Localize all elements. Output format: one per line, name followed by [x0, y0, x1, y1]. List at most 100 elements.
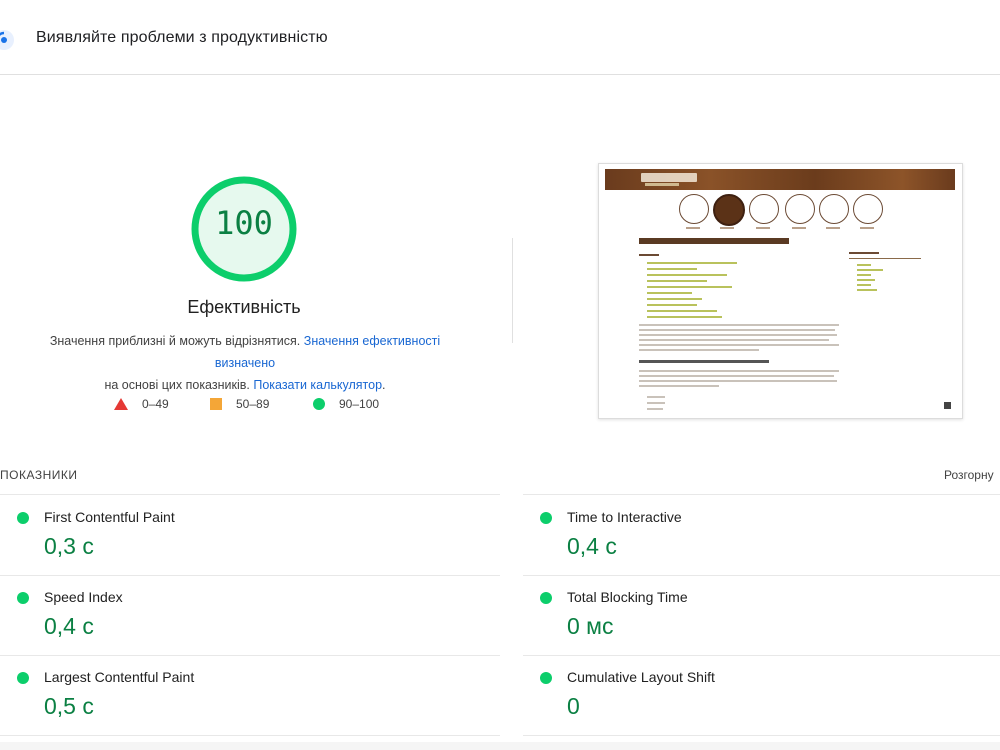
metrics-divider — [523, 735, 1000, 736]
screenshot-text-line — [639, 344, 839, 346]
screenshot-caption — [860, 227, 874, 229]
screenshot-toc-line — [647, 298, 702, 300]
legend-average-label: 50–89 — [236, 397, 270, 411]
metric-largest-contentful-paint: Largest Contentful Paint 0,5 с — [17, 663, 477, 735]
metric-name: Largest Contentful Paint — [44, 669, 195, 685]
screenshot-caption — [826, 227, 840, 229]
metric-time-to-interactive: Time to Interactive 0,4 с — [540, 503, 1000, 575]
screenshot-text-line — [647, 396, 665, 398]
screenshot-sidebar-title — [849, 252, 879, 254]
calculator-link[interactable]: Показати калькулятор — [253, 378, 382, 392]
metrics-divider — [523, 494, 1000, 495]
screenshot-sidebar-item — [857, 269, 883, 271]
legend-fail-label: 0–49 — [142, 397, 169, 411]
screenshot-subheading — [639, 360, 769, 363]
screenshot-text-line — [647, 402, 665, 404]
metric-value: 0 мс — [567, 613, 614, 639]
vertical-divider — [512, 238, 513, 343]
screenshot-toc-line — [647, 280, 707, 282]
metric-cumulative-layout-shift: Cumulative Layout Shift 0 — [540, 663, 1000, 735]
metric-name: Total Blocking Time — [567, 589, 688, 605]
metrics-divider — [0, 655, 500, 656]
metrics-heading: ПОКАЗНИКИ — [0, 468, 78, 482]
screenshot-text-line — [639, 334, 837, 336]
description-end: . — [382, 378, 386, 392]
screenshot-category-icon — [749, 194, 779, 224]
metric-name: First Contentful Paint — [44, 509, 175, 525]
metrics-divider — [0, 494, 500, 495]
screenshot-text-line — [639, 375, 834, 377]
screenshot-toc-line — [647, 304, 697, 306]
circle-icon — [313, 398, 325, 410]
final-screenshot[interactable] — [598, 163, 963, 419]
section-title: Виявляйте проблеми з продуктивністю — [36, 29, 328, 46]
metric-value: 0,4 с — [567, 533, 617, 559]
screenshot-sidebar-item — [857, 274, 871, 276]
screenshot-toc-line — [647, 262, 737, 264]
screenshot-sidebar-item — [857, 284, 871, 286]
triangle-icon — [114, 398, 128, 410]
screenshot-sidebar-rule — [849, 258, 921, 259]
metrics-divider — [523, 575, 1000, 576]
screenshot-toc-line — [647, 292, 692, 294]
screenshot-sidebar-item — [857, 289, 877, 291]
screenshot-category-icon — [819, 194, 849, 224]
screenshot-article-title — [639, 238, 789, 244]
screenshot-text-line — [647, 408, 663, 410]
metric-value: 0,5 с — [44, 693, 94, 719]
screenshot-site-tagline — [645, 183, 679, 186]
metrics-divider — [523, 655, 1000, 656]
screenshot-toc-line — [647, 286, 732, 288]
screenshot-category-icon — [785, 194, 815, 224]
screenshot-text-line — [639, 254, 659, 256]
pass-circle-icon — [17, 512, 29, 524]
pass-circle-icon — [17, 672, 29, 684]
screenshot-toc-line — [647, 268, 697, 270]
screenshot-toc-line — [647, 274, 727, 276]
screenshot-sidebar-item — [857, 264, 871, 266]
metrics-divider — [0, 735, 500, 736]
screenshot-text-line — [639, 324, 839, 326]
description-mid: на основі цих показників. — [104, 378, 254, 392]
section-header: Виявляйте проблеми з продуктивністю — [0, 0, 1000, 75]
score-description: Значення приблизні й можуть відрізнятися… — [20, 330, 470, 396]
screenshot-caption — [756, 227, 770, 229]
pass-circle-icon — [540, 592, 552, 604]
screenshot-category-icon — [853, 194, 883, 224]
pass-circle-icon — [540, 512, 552, 524]
screenshot-site-logo — [641, 173, 697, 182]
screenshot-text-line — [639, 329, 835, 331]
metric-total-blocking-time: Total Blocking Time 0 мс — [540, 583, 1000, 655]
legend-average: 50–89 — [210, 395, 269, 413]
screenshot-caption — [792, 227, 806, 229]
performance-score: 100 — [215, 204, 273, 242]
screenshot-text-line — [639, 349, 759, 351]
metric-value: 0,4 с — [44, 613, 94, 639]
screenshot-category-icon — [713, 194, 745, 226]
screenshot-caption — [686, 227, 700, 229]
pass-circle-icon — [540, 672, 552, 684]
screenshot-caption — [720, 227, 734, 229]
lighthouse-icon — [0, 30, 14, 50]
metric-name: Time to Interactive — [567, 509, 682, 525]
screenshot-toc-line — [647, 316, 722, 318]
metric-value: 0,3 с — [44, 533, 94, 559]
performance-label: Ефективність — [187, 297, 301, 317]
screenshot-category-icon — [679, 194, 709, 224]
metric-name: Speed Index — [44, 589, 123, 605]
expand-view-button[interactable]: Розгорну — [944, 468, 994, 482]
screenshot-toc-line — [647, 310, 717, 312]
screenshot-sidebar-item — [857, 279, 875, 281]
metric-value: 0 — [567, 693, 580, 719]
metric-first-contentful-paint: First Contentful Paint 0,3 с — [17, 503, 477, 575]
square-icon — [210, 398, 222, 410]
screenshot-text-line — [639, 339, 829, 341]
legend-fail: 0–49 — [114, 395, 169, 413]
metric-speed-index: Speed Index 0,4 с — [17, 583, 477, 655]
legend-pass: 90–100 — [313, 395, 379, 413]
screenshot-text-line — [639, 380, 837, 382]
pass-circle-icon — [17, 592, 29, 604]
screenshot-text-line — [639, 370, 839, 372]
legend-pass-label: 90–100 — [339, 397, 380, 411]
metric-name: Cumulative Layout Shift — [567, 669, 715, 685]
